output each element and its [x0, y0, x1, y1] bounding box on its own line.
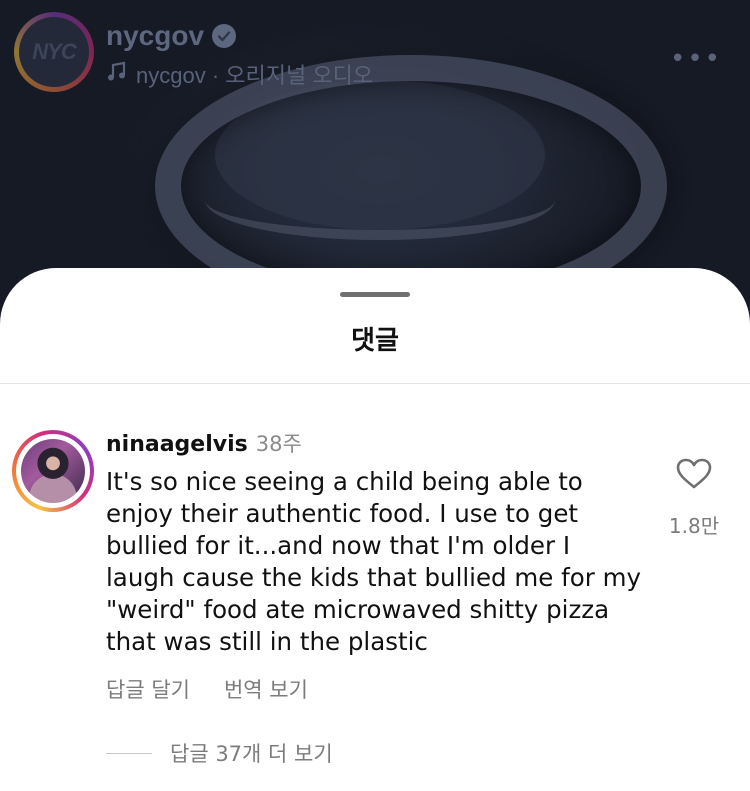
reply-button[interactable]: 답글 달기 — [106, 674, 190, 704]
heart-outline-icon[interactable] — [676, 458, 712, 490]
commenter-avatar-gap — [16, 434, 90, 508]
audio-row[interactable]: nycgov · 오리지널 오디오 — [106, 58, 373, 90]
poster-avatar[interactable]: NYC — [14, 12, 94, 92]
translate-button[interactable]: 번역 보기 — [224, 674, 308, 704]
commenter-avatar-image — [21, 439, 85, 503]
like-count: 1.8만 — [668, 514, 720, 538]
comments-title: 댓글 — [351, 326, 399, 356]
poster-avatar-image: NYC — [19, 17, 89, 87]
poster-name-row: nycgov — [106, 20, 237, 52]
audio-label: nycgov · 오리지널 오디오 — [136, 63, 374, 88]
comment-meta: ninaagelvis 38주 — [106, 428, 302, 458]
verified-badge-icon — [212, 24, 237, 48]
view-replies-label: 답글 37개 더 보기 — [170, 742, 333, 766]
comment-text: It's so nice seeing a child being able t… — [106, 467, 641, 656]
comments-sheet: 댓글 ninaagelvis 38주 It's so nice seeing a… — [0, 268, 750, 791]
post-header: NYC nycgov nycgov · 오리지널 오디오 ••• — [0, 0, 750, 110]
commenter-username[interactable]: ninaagelvis — [106, 432, 248, 457]
music-note-icon — [106, 61, 128, 87]
poster-username[interactable]: nycgov — [106, 20, 204, 52]
comment-actions: 답글 달기 번역 보기 — [106, 674, 308, 704]
header-divider — [0, 383, 750, 384]
nyc-logo: NYC — [32, 39, 76, 64]
sheet-drag-handle[interactable] — [340, 292, 410, 297]
commenter-avatar[interactable] — [12, 430, 94, 512]
replies-divider-line — [106, 752, 152, 754]
more-options-icon[interactable]: ••• — [670, 44, 722, 74]
comment-timestamp: 38주 — [255, 432, 302, 456]
view-replies-button[interactable]: 답글 37개 더 보기 — [106, 738, 333, 768]
